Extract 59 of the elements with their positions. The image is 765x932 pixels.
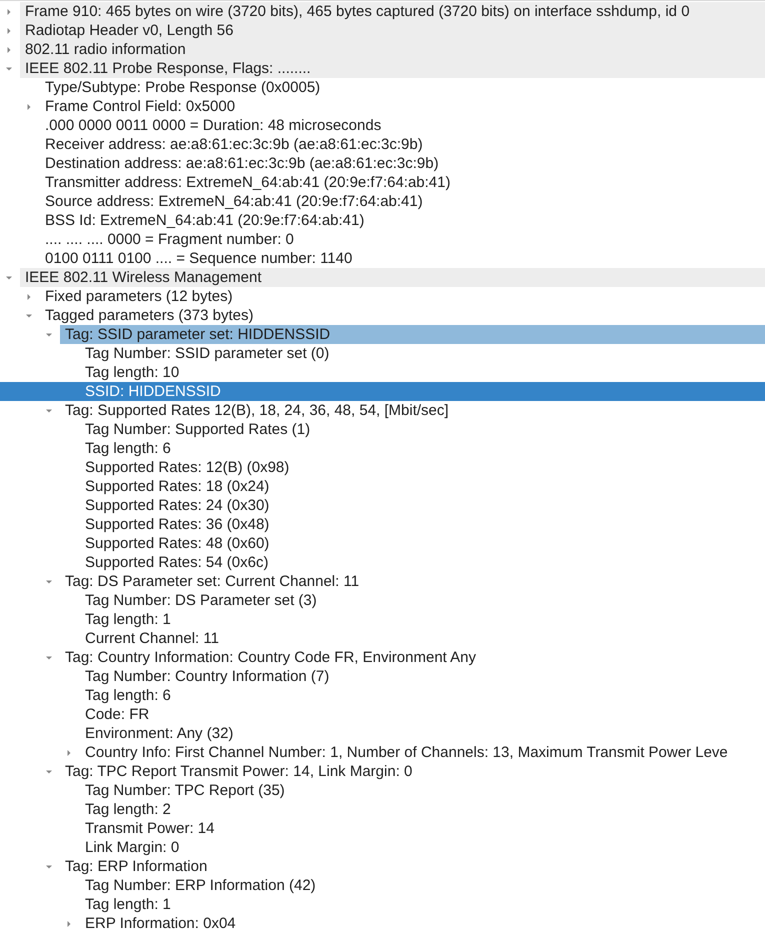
tree-item[interactable]: Tag: ERP Information (0, 857, 765, 876)
collapse-arrow-icon[interactable] (25, 312, 33, 320)
tree-item[interactable]: Tag Number: Country Information (7) (0, 667, 765, 686)
collapse-arrow-icon[interactable] (45, 406, 53, 414)
collapse-arrow-icon[interactable] (45, 654, 53, 662)
tree-item[interactable]: Transmitter address: ExtremeN_64:ab:41 (20:9e:f7:64:ab:41) (0, 173, 765, 192)
collapse-arrow-icon[interactable] (45, 330, 53, 338)
tree-item[interactable]: Tag: Supported Rates 12(B), 18, 24, 36, 48, 54, [Mbit/sec] (0, 401, 765, 420)
tree-item[interactable]: Tag Number: TPC Report (35) (0, 781, 765, 800)
tree-item[interactable]: Receiver address: ae:a8:61:ec:3c:9b (ae:a8:61:ec:3c:9b) (0, 135, 765, 154)
tree-item[interactable]: Type/Subtype: Probe Response (0x0005) (0, 78, 765, 97)
tree-item[interactable]: Tag: Country Information: Country Code FR, Environment Any (0, 648, 765, 667)
tree-item[interactable]: Tagged parameters (373 bytes) (0, 306, 765, 325)
tree-item[interactable]: .000 0000 0011 0000 = Duration: 48 microseconds (0, 116, 765, 135)
collapse-arrow-icon[interactable] (45, 862, 53, 870)
tree-item[interactable]: Tag length: 6 (0, 686, 765, 705)
tree-item[interactable]: Tag Number: SSID parameter set (0) (0, 344, 765, 363)
expand-arrow-icon[interactable] (65, 748, 73, 756)
tree-item[interactable]: Tag Number: DS Parameter set (3) (0, 591, 765, 610)
tree-item[interactable]: Destination address: ae:a8:61:ec:3c:9b (ae:a8:61:ec:3c:9b) (0, 154, 765, 173)
tree-item[interactable]: Tag: TPC Report Transmit Power: 14, Link Margin: 0 (0, 762, 765, 781)
tree-item[interactable]: Current Channel: 11 (0, 629, 765, 648)
tree-item[interactable]: ERP Information: 0x04 (0, 914, 765, 932)
tree-item[interactable]: Link Margin: 0 (0, 838, 765, 857)
tree-item[interactable]: SSID: HIDDENSSID (0, 382, 765, 401)
collapse-arrow-icon[interactable] (5, 64, 13, 72)
tree-item[interactable]: Code: FR (0, 705, 765, 724)
tree-item[interactable]: 0100 0111 0100 .... = Sequence number: 1140 (0, 249, 765, 268)
tree-item[interactable]: Frame Control Field: 0x5000 (0, 97, 765, 116)
tree-item[interactable]: Tag Number: ERP Information (42) (0, 876, 765, 895)
tree-item[interactable]: Transmit Power: 14 (0, 819, 765, 838)
tree-item[interactable]: Supported Rates: 18 (0x24) (0, 477, 765, 496)
tree-item[interactable]: Environment: Any (32) (0, 724, 765, 743)
expand-arrow-icon[interactable] (25, 102, 33, 110)
tree-item[interactable]: Tag length: 10 (0, 363, 765, 382)
tree-item[interactable]: Tag length: 6 (0, 439, 765, 458)
tree-item[interactable]: .... .... .... 0000 = Fragment number: 0 (0, 230, 765, 249)
collapse-arrow-icon[interactable] (5, 274, 13, 282)
tree-item[interactable]: Country Info: First Channel Number: 1, Number of Channels: 13, Maximum Transmit Power Leve (0, 743, 765, 762)
tree-item[interactable]: Tag length: 1 (0, 895, 765, 914)
collapse-arrow-icon[interactable] (45, 768, 53, 776)
expand-arrow-icon[interactable] (5, 26, 13, 34)
tree-item[interactable]: BSS Id: ExtremeN_64:ab:41 (20:9e:f7:64:ab:41) (0, 211, 765, 230)
tree-item[interactable]: Supported Rates: 36 (0x48) (0, 515, 765, 534)
expand-arrow-icon[interactable] (65, 920, 73, 928)
tree-item[interactable]: Tag length: 1 (0, 610, 765, 629)
tree-item[interactable]: Supported Rates: 48 (0x60) (0, 534, 765, 553)
tree-item[interactable]: Supported Rates: 24 (0x30) (0, 496, 765, 515)
tree-item[interactable]: Tag Number: Supported Rates (1) (0, 420, 765, 439)
tree-item[interactable]: Source address: ExtremeN_64:ab:41 (20:9e:f7:64:ab:41) (0, 192, 765, 211)
tree-item[interactable]: Fixed parameters (12 bytes) (0, 287, 765, 306)
expand-arrow-icon[interactable] (25, 292, 33, 300)
expand-arrow-icon[interactable] (5, 46, 13, 54)
collapse-arrow-icon[interactable] (45, 578, 53, 586)
expand-arrow-icon[interactable] (5, 8, 13, 16)
tree-item[interactable]: Supported Rates: 12(B) (0x98) (0, 458, 765, 477)
tree-item[interactable]: Tag: DS Parameter set: Current Channel: 11 (0, 572, 765, 591)
tree-item[interactable]: Tag length: 2 (0, 800, 765, 819)
tree-item[interactable]: Supported Rates: 54 (0x6c) (0, 553, 765, 572)
